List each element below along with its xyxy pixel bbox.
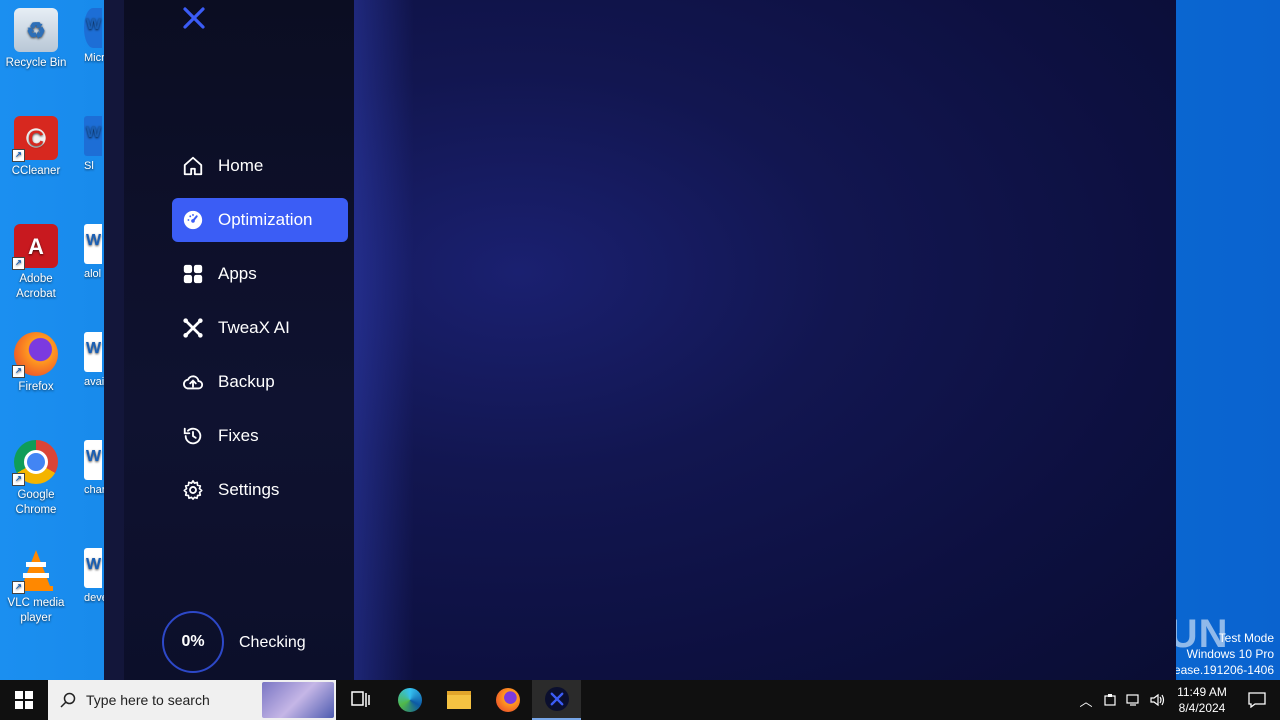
nav-label: Fixes [218,426,259,445]
firefox-icon [495,688,520,712]
desktop-icon-label: Recycle Bin [5,57,67,69]
google-chrome-shortcut[interactable]: ↗ Google Chrome [0,440,72,518]
clock-time: 11:49 AM [1177,685,1227,699]
adobe-acrobat-icon: A ↗ [12,224,58,270]
nav-label: Home [218,156,264,175]
apps-grid-icon [182,263,204,285]
edge-icon [397,688,422,712]
window-edge [104,0,124,680]
gear-icon [182,479,204,501]
adobe-acrobat-shortcut[interactable]: A ↗ Adobe Acrobat [0,224,72,302]
ccleaner-shortcut[interactable]: C ↗ CCleaner [0,116,72,179]
nav-backup[interactable]: Backup [172,360,348,404]
clock[interactable]: 11:49 AM 8/4/2024 [1170,684,1234,716]
chrome-icon: ↗ [12,440,58,486]
edge-taskbar-button[interactable] [385,680,434,720]
home-icon [182,155,204,177]
chevron-up-icon[interactable]: ︿ [1074,691,1098,710]
partial-desktop-icon[interactable]: deve [84,548,104,604]
progress-status: Checking [239,634,306,651]
taskbar-search-box[interactable]: Type here to search [48,680,336,720]
nav-tweax-ai[interactable]: TweaX AI [172,306,348,350]
test-mode-text: Test Mode Windows 10 Pro elease.191206-1… [1164,631,1274,677]
nav-label: Settings [218,480,280,499]
firefox-shortcut[interactable]: ↗ Firefox [0,332,72,395]
history-icon [182,425,204,447]
notification-icon [1248,692,1266,708]
desktop-icon-label: Google Chrome [15,489,57,516]
start-button[interactable] [0,680,48,720]
tweax-icon [544,687,569,711]
desktop-icon-label: Adobe Acrobat [16,273,56,300]
system-tray: ︿ 11:49 AM 8/4/2024 [1074,680,1280,720]
volume-icon[interactable] [1146,693,1170,707]
tweax-logo-icon [182,6,206,30]
partial-desktop-icon[interactable]: char [84,440,104,496]
tweax-icon [182,317,204,339]
nav-apps[interactable]: Apps [172,252,348,296]
windows-logo-icon [15,691,33,709]
cloud-upload-icon [182,371,204,393]
progress-value: 0% [181,633,205,650]
network-icon[interactable] [1122,693,1146,707]
firefox-icon: ↗ [12,332,58,378]
search-highlight-image [262,682,334,718]
vlc-shortcut[interactable]: ↗ VLC media player [0,548,72,626]
partial-desktop-icon[interactable]: Micr E [84,8,104,64]
recycle-bin-icon: ♻ [14,8,58,52]
search-icon [60,692,76,708]
task-view-button[interactable] [336,680,385,720]
nav-fixes[interactable]: Fixes [172,414,348,458]
main-content-area [354,0,1176,680]
folder-icon [446,691,471,709]
notification-center-button[interactable] [1234,692,1280,708]
search-placeholder: Type here to search [86,692,210,708]
nav-label: Optimization [218,210,313,229]
taskbar: Type here to search ︿ 11:49 AM 8/4/2024 [0,680,1280,720]
partial-desktop-icon[interactable]: alol [84,224,104,280]
tweax-app-window: Home Optimization Apps TweaX AI Backup F… [104,0,1176,680]
nav-home[interactable]: Home [172,144,348,188]
tweax-taskbar-button[interactable] [532,680,581,720]
ccleaner-icon: C ↗ [12,116,58,162]
nav-optimization[interactable]: Optimization [172,198,348,242]
partial-desktop-icon[interactable]: avail [84,332,104,388]
vlc-icon: ↗ [12,548,58,594]
nav-label: Apps [218,264,257,283]
desktop-icon-label: VLC media player [7,597,65,624]
desktop-icon-label: Firefox [18,381,54,393]
sidebar: Home Optimization Apps TweaX AI Backup F… [124,0,354,680]
device-icon[interactable] [1098,693,1122,707]
firefox-taskbar-button[interactable] [483,680,532,720]
desktop-icon-label: CCleaner [11,165,61,177]
nav-settings[interactable]: Settings [172,468,348,512]
partial-desktop-icon[interactable]: Sl [84,116,104,172]
file-explorer-taskbar-button[interactable] [434,680,483,720]
task-view-icon [350,691,370,707]
recycle-bin-shortcut[interactable]: ♻ Recycle Bin [0,8,72,71]
optimization-progress-ring: 0% [162,611,224,673]
speedometer-icon [182,209,204,231]
clock-date: 8/4/2024 [1178,701,1226,715]
nav-label: Backup [218,372,275,391]
nav-label: TweaX AI [218,318,290,337]
